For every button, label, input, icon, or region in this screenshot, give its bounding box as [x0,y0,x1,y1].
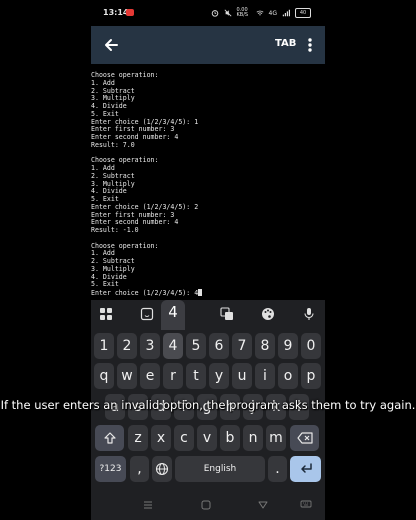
system-nav-bar [91,490,325,520]
key-v[interactable]: v [197,425,217,451]
letter-row-3: zxcvbnm [91,425,325,451]
signal-icon [282,9,290,17]
keyboard-toolbar: 4 [91,300,325,330]
letter-row-1: qwertyuiop [91,363,325,389]
key-t[interactable]: t [186,363,206,389]
key-e[interactable]: e [140,363,160,389]
more-options-icon[interactable] [303,35,317,55]
key-6[interactable]: 6 [209,333,229,359]
key-preview-popup: 4 [161,300,185,330]
alarm-icon [211,10,218,17]
apps-grid-icon[interactable] [99,307,113,321]
globe-icon [155,462,169,476]
space-key[interactable]: English [175,456,265,482]
back-nav-icon[interactable] [257,499,269,511]
key-c[interactable]: c [174,425,194,451]
phone-screen: 13:14 0.00 KB/S 4G 40 TAB Choose operati… [91,0,325,520]
recents-icon[interactable] [142,499,154,511]
translate-icon[interactable] [220,307,234,321]
key-b[interactable]: b [220,425,240,451]
key-z[interactable]: z [128,425,148,451]
key-7[interactable]: 7 [232,333,252,359]
key-3[interactable]: 3 [140,333,160,359]
number-row: 1234567890 [91,333,325,359]
sticker-icon[interactable] [140,307,154,321]
key-n[interactable]: n [243,425,263,451]
terminal-input-line: Enter choice (1/2/3/4/5): 4 [91,289,203,297]
app-bar: TAB [91,26,325,64]
comma-key[interactable]: , [130,456,149,482]
key-m[interactable]: m [266,425,286,451]
network-type: 4G [268,9,277,17]
symbols-key[interactable]: ?123 [95,456,126,482]
key-p[interactable]: p [301,363,321,389]
microphone-icon[interactable] [302,307,316,321]
key-x[interactable]: x [151,425,171,451]
keyboard-hide-icon[interactable] [300,499,312,511]
back-arrow-icon[interactable] [101,35,121,55]
battery-icon: 40 [295,8,311,18]
terminal-line: Result: -1.0 [91,226,139,234]
text-cursor [198,289,203,296]
network-speed: 0.00 KB/S [236,7,249,18]
emoji-key[interactable] [152,456,172,482]
key-r[interactable]: r [163,363,183,389]
key-0[interactable]: 0 [301,333,321,359]
terminal-lines: Choose operation: 1. Add 2. Subtract 3. Mul… [91,71,203,297]
key-1[interactable]: 1 [94,333,114,359]
key-2[interactable]: 2 [117,333,137,359]
terminal-line: 5. Exit [91,280,119,289]
key-9[interactable]: 9 [278,333,298,359]
key-i[interactable]: i [255,363,275,389]
terminal-line: Result: 7.0 [91,140,135,149]
key-8[interactable]: 8 [255,333,275,359]
tab-button[interactable]: TAB [275,38,296,49]
period-key[interactable]: . [268,456,287,482]
key-w[interactable]: w [117,363,137,389]
home-icon[interactable] [200,499,212,511]
status-bar: 13:14 0.00 KB/S 4G 40 [91,0,325,26]
status-icons: 0.00 KB/S 4G 40 [211,8,311,18]
enter-arrow-icon [300,463,312,473]
enter-key[interactable] [290,456,321,482]
notification-icon [126,9,134,16]
key-u[interactable]: u [232,363,252,389]
key-5[interactable]: 5 [186,333,206,359]
shift-key[interactable] [95,425,124,451]
mute-icon [224,9,232,17]
video-caption: If the user enters an invalid option, th… [0,398,416,412]
key-q[interactable]: q [94,363,114,389]
shift-arrow-icon [103,432,116,444]
backspace-key[interactable] [290,425,319,451]
on-screen-keyboard: 4 1234567890 qwertyuiop asdfghjkl zxcvbn… [91,300,325,490]
status-time: 13:14 [103,8,129,17]
key-o[interactable]: o [278,363,298,389]
terminal-input-text: Enter choice (1/2/3/4/5): 4 [91,289,199,297]
terminal-output[interactable]: Choose operation: 1. Add 2. Subtract 3. Mul… [91,64,325,300]
wifi-icon [256,10,263,16]
key-4[interactable]: 4 [163,333,183,359]
key-y[interactable]: y [209,363,229,389]
backspace-icon [296,432,313,444]
palette-icon[interactable] [261,307,275,321]
bottom-row: ?123 , English . [91,456,325,482]
